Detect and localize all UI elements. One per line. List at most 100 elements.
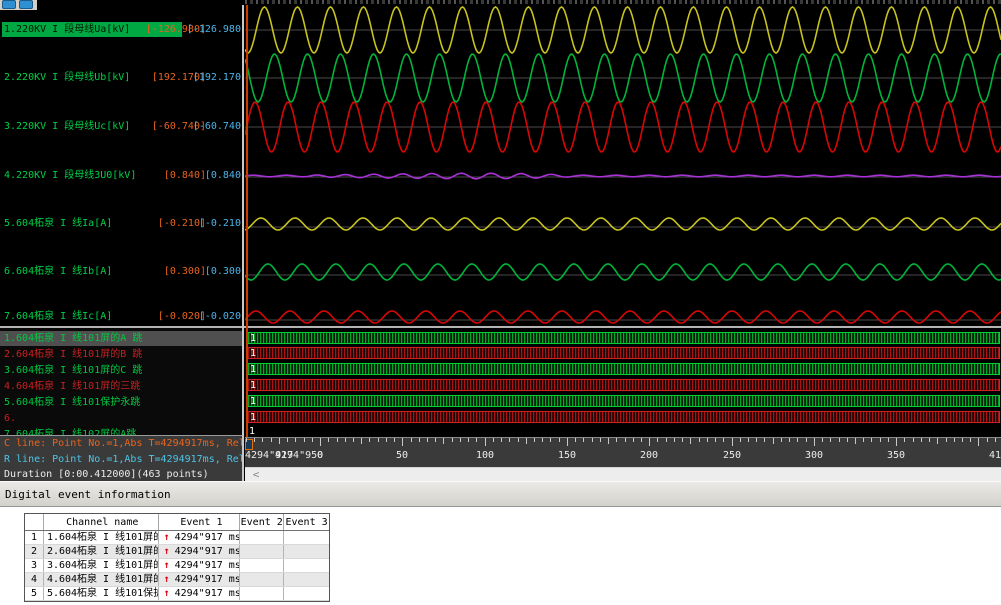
axis-tick [830,438,831,442]
analog-channel-row[interactable]: 5.604柘泉 I 线Ia[A][-0.210][-0.210] [0,216,243,231]
analog-channel-label: 2.220KV I 段母线Ub[kV] [4,70,130,85]
horizontal-scrollbar[interactable]: < [245,467,1001,481]
digital-channel-row[interactable]: 2.604柘泉 I 线101屏的B 跳 [0,347,242,362]
analog-channel-row[interactable]: 6.604柘泉 I 线Ib[A][0.300][0.300] [0,264,243,279]
time-axis[interactable]: 4294"9174294"950050100150200250300350412 [245,437,1001,467]
event1-time: 4294"917 ms [175,588,241,599]
axis-tick [839,438,840,442]
digital-state-label: 1 [249,425,255,437]
rising-edge-icon: ↑ [164,573,170,586]
table-row[interactable]: 55.604柘泉 I 线101保护永跳↑4294"917 ms [25,587,329,601]
axis-tick [987,438,988,442]
axis-tick [312,438,313,442]
row-number-cell: 4 [25,573,44,586]
analog-channel-row[interactable]: 4.220KV I 段母线3U0[kV][0.840][0.840] [0,168,243,183]
axis-label: 50 [396,450,408,461]
analog-waveform-pane[interactable] [245,5,1001,326]
axis-label: 412 [989,450,1001,461]
table-row[interactable]: 11.604柘泉 I 线101屏的A跳↑4294"917 ms [25,531,329,545]
axis-tick [970,438,971,442]
channel-name-cell: 2.604柘泉 I 线101屏的B跳 [44,545,159,558]
axis-tick [443,438,444,444]
axis-tick [542,438,543,442]
axis-tick [847,438,848,442]
axis-tick [937,438,938,444]
scroll-left-arrow-icon[interactable]: < [249,468,263,482]
digital-channel-row[interactable]: 4.604柘泉 I 线101屏的三跳 [0,379,242,394]
analog-channel-row[interactable]: 2.220KV I 段母线Ub[kV][192.170][192.170] [0,70,243,85]
event-table: Channel name Event 1 Event 2 Event 3 11.… [24,513,330,602]
digital-channel-row[interactable]: 3.604柘泉 I 线101屏的C 跳 [0,363,242,378]
digital-state-label: 1 [250,347,256,360]
axis-tick [361,438,362,444]
analog-channel-value-2: [-0.020] [199,309,243,324]
digital-channel-row[interactable]: 1.604柘泉 I 线101屏的A 跳 [0,331,242,346]
event2-cell [240,587,284,600]
analog-channel-value-2: [0.300] [205,264,243,279]
axis-label: 100 [476,450,494,461]
rising-edge-icon: ↑ [164,587,170,600]
panel-splitter[interactable] [242,5,244,481]
axis-tick [419,438,420,442]
axis-tick [518,438,519,442]
axis-tick [995,438,996,442]
event3-header: Event 3 [284,514,329,530]
axis-tick [814,438,815,446]
rising-edge-icon: ↑ [164,531,170,544]
axis-tick [427,438,428,442]
digital-bar-area[interactable]: 1111111 [245,328,1001,437]
event1-time: 4294"917 ms [175,546,241,557]
axis-tick [460,438,461,442]
event2-cell [240,545,284,558]
axis-tick [402,438,403,446]
event1-cell: ↑4294"917 ms [159,531,241,544]
axis-tick [723,438,724,442]
digital-channel-list: 1.604柘泉 I 线101屏的A 跳2.604柘泉 I 线101屏的B 跳3.… [0,328,242,435]
event2-cell [240,531,284,544]
table-row[interactable]: 33.604柘泉 I 线101屏的C跳↑4294"917 ms [25,559,329,573]
axis-tick [378,438,379,442]
axis-tick [493,438,494,442]
analog-waveform-svg [245,5,1001,326]
digital-trace-bar: 1 [246,332,1000,344]
digital-state-label: 1 [250,363,256,376]
analog-channel-row[interactable]: 3.220KV I 段母线Uc[kV][-60.740][-60.740] [0,119,243,134]
axis-tick [649,438,650,446]
c-cursor-line[interactable] [246,5,248,437]
axis-tick [978,438,979,446]
event1-header: Event 1 [159,514,241,530]
table-row[interactable]: 22.604柘泉 I 线101屏的B跳↑4294"917 ms [25,545,329,559]
waveform-ic [245,311,1001,323]
axis-tick [871,438,872,442]
analog-channel-row[interactable]: 1.220KV I 段母线Ua[kV][-126.980][-126.980] [0,22,243,37]
axis-tick [559,438,560,442]
axis-tick [904,438,905,442]
axis-tick [707,438,708,442]
analog-channel-label: 4.220KV I 段母线3U0[kV] [4,168,136,183]
event-section-title: Digital event information [5,488,171,501]
channel-name-cell: 5.604柘泉 I 线101保护永跳 [44,587,159,600]
digital-channel-row[interactable]: 5.604柘泉 I 线101保护永跳 [0,395,242,410]
axis-tick [394,438,395,442]
waveform-ia [245,218,1001,230]
digital-trace-bar: 1 [246,395,1000,407]
duration-status: Duration [0:00.412000](463 points) [4,469,209,480]
table-row[interactable]: 44.604柘泉 I 线101屏的三跳↑4294"917 ms [25,573,329,587]
digital-channel-row[interactable]: 7.604柘泉 I 线102屏的A跳 [0,427,242,435]
axis-tick [657,438,658,442]
axis-tick [509,438,510,442]
axis-tick [674,438,675,442]
r-line-status: R line: Point No.=1,Abs T=4294917ms, Rel… [4,454,242,465]
digital-channel-row[interactable]: 6. [0,411,242,426]
channel-name-header: Channel name [44,514,159,530]
axis-tick [921,438,922,442]
event3-cell [284,531,329,544]
axis-tick [625,438,626,442]
axis-tick [806,438,807,442]
axis-tick [353,438,354,442]
axis-tick [666,438,667,442]
analog-channel-row[interactable]: 7.604柘泉 I 线Ic[A][-0.020][-0.020] [0,309,243,324]
event3-cell [284,573,329,586]
axis-label: 200 [640,450,658,461]
digital-trace-bar: 1 [246,363,1000,375]
